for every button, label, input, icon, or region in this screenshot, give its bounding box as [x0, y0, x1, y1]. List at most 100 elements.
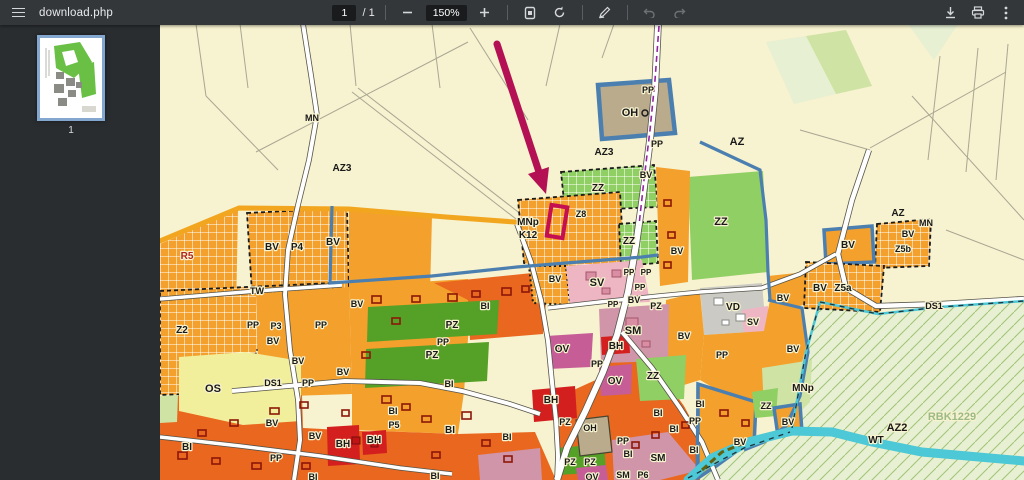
- svg-text:BH: BH: [609, 341, 623, 352]
- redo-icon[interactable]: [668, 2, 692, 24]
- annotate-pen-icon[interactable]: [593, 2, 617, 24]
- svg-text:BV: BV: [902, 229, 915, 239]
- svg-text:PP: PP: [247, 320, 259, 330]
- svg-text:BV: BV: [309, 431, 322, 441]
- svg-text:BV: BV: [813, 283, 827, 294]
- svg-text:Z5a: Z5a: [834, 283, 852, 294]
- svg-text:PP: PP: [651, 139, 663, 149]
- pdf-viewport[interactable]: MN AZ3 R5 BV P4 BV TW Z2 PP P3 BV PP BV BV BV DS1 PP OS BV…: [160, 25, 1024, 480]
- svg-text:BV: BV: [265, 242, 279, 253]
- svg-text:PP: PP: [617, 436, 629, 446]
- svg-text:DS1: DS1: [925, 301, 943, 311]
- svg-text:BV: BV: [337, 367, 350, 377]
- svg-text:SM: SM: [625, 325, 642, 337]
- svg-text:BV: BV: [326, 237, 340, 248]
- toolbar-divider: [507, 5, 508, 20]
- svg-text:BI: BI: [696, 399, 705, 409]
- svg-text:PP: PP: [270, 453, 282, 463]
- svg-text:MNp: MNp: [517, 217, 539, 228]
- svg-text:BV: BV: [734, 437, 747, 447]
- svg-text:ZZ: ZZ: [592, 183, 604, 194]
- svg-text:PP: PP: [642, 85, 654, 95]
- page-thumbnail[interactable]: 1: [37, 35, 105, 136]
- menu-icon[interactable]: [8, 4, 29, 22]
- svg-text:P4: P4: [291, 242, 304, 253]
- svg-text:BI: BI: [182, 442, 192, 453]
- svg-text:PP: PP: [689, 416, 701, 426]
- svg-text:Z5b: Z5b: [895, 244, 912, 254]
- svg-text:BV: BV: [266, 418, 279, 428]
- svg-text:PZ: PZ: [564, 457, 576, 467]
- print-icon[interactable]: [966, 2, 990, 24]
- svg-text:PZ: PZ: [584, 457, 596, 467]
- svg-text:AZ: AZ: [891, 208, 904, 219]
- svg-text:OH: OH: [583, 423, 597, 433]
- svg-text:R5: R5: [181, 251, 194, 262]
- zoom-out-button[interactable]: [396, 2, 420, 24]
- svg-text:BI: BI: [431, 471, 440, 480]
- svg-text:ZZ: ZZ: [714, 216, 728, 228]
- svg-text:OV: OV: [608, 376, 623, 387]
- pdf-viewer-window: { "toolbar": { "filename": "download.php…: [0, 0, 1024, 480]
- rotate-icon[interactable]: [548, 2, 572, 24]
- svg-text:BI: BI: [309, 472, 318, 480]
- svg-text:BV: BV: [351, 299, 364, 309]
- page-number-input[interactable]: [332, 5, 356, 21]
- svg-text:OS: OS: [205, 383, 221, 395]
- svg-text:OV: OV: [585, 472, 598, 480]
- svg-text:OH: OH: [622, 107, 639, 119]
- page-count-label: / 1: [362, 7, 374, 19]
- region-ov1: [546, 333, 593, 369]
- toolbar-divider: [385, 5, 386, 20]
- svg-text:PP: PP: [635, 283, 646, 292]
- svg-text:BI: BI: [481, 301, 490, 311]
- svg-text:P6: P6: [637, 470, 648, 480]
- more-options-icon[interactable]: [994, 2, 1018, 24]
- zoom-in-button[interactable]: [473, 2, 497, 24]
- svg-text:BV: BV: [841, 240, 855, 251]
- svg-text:TW: TW: [250, 286, 264, 296]
- svg-text:BI: BI: [624, 449, 633, 459]
- svg-text:AZ: AZ: [730, 136, 745, 148]
- svg-text:Z8: Z8: [576, 209, 587, 219]
- svg-text:BV: BV: [678, 331, 691, 341]
- svg-text:WT: WT: [868, 435, 884, 446]
- svg-text:PP: PP: [716, 350, 728, 360]
- svg-text:P5: P5: [388, 420, 399, 430]
- svg-text:PZ: PZ: [559, 417, 571, 427]
- svg-text:OV: OV: [555, 344, 570, 355]
- svg-text:AZ3: AZ3: [333, 163, 352, 174]
- svg-text:MN: MN: [919, 218, 933, 228]
- svg-text:BH: BH: [544, 395, 558, 406]
- pdf-page-canvas[interactable]: MN AZ3 R5 BV P4 BV TW Z2 PP P3 BV PP BV BV BV DS1 PP OS BV…: [160, 25, 1024, 480]
- svg-text:P3: P3: [270, 321, 281, 331]
- svg-text:PP: PP: [641, 268, 652, 277]
- svg-text:BH: BH: [336, 439, 350, 450]
- download-icon[interactable]: [938, 2, 962, 24]
- svg-text:SM: SM: [651, 453, 666, 464]
- toolbar-divider: [627, 5, 628, 20]
- svg-text:BV: BV: [628, 295, 641, 305]
- svg-text:PP: PP: [608, 300, 619, 309]
- fit-to-page-icon[interactable]: [518, 2, 542, 24]
- svg-text:Z2: Z2: [176, 325, 188, 336]
- zoom-level-display: 150%: [426, 5, 467, 21]
- document-title: download.php: [39, 7, 113, 19]
- svg-text:BI: BI: [654, 408, 663, 418]
- svg-text:AZ2: AZ2: [887, 422, 908, 434]
- svg-text:BI: BI: [445, 425, 455, 436]
- svg-text:ZZ: ZZ: [623, 236, 635, 247]
- svg-text:BV: BV: [782, 417, 795, 427]
- svg-text:BV: BV: [640, 170, 653, 180]
- undo-icon[interactable]: [638, 2, 662, 24]
- toolbar-divider: [582, 5, 583, 20]
- svg-text:BI: BI: [445, 379, 454, 389]
- svg-text:BI: BI: [503, 432, 512, 442]
- svg-text:ZZ: ZZ: [647, 371, 659, 382]
- svg-text:BI: BI: [389, 406, 398, 416]
- pdf-toolbar: download.php / 1 150%: [0, 0, 1024, 25]
- region-sage-edge: [160, 395, 178, 423]
- svg-text:BH: BH: [367, 435, 381, 446]
- svg-text:K12: K12: [519, 230, 538, 241]
- svg-text:BI: BI: [690, 445, 699, 455]
